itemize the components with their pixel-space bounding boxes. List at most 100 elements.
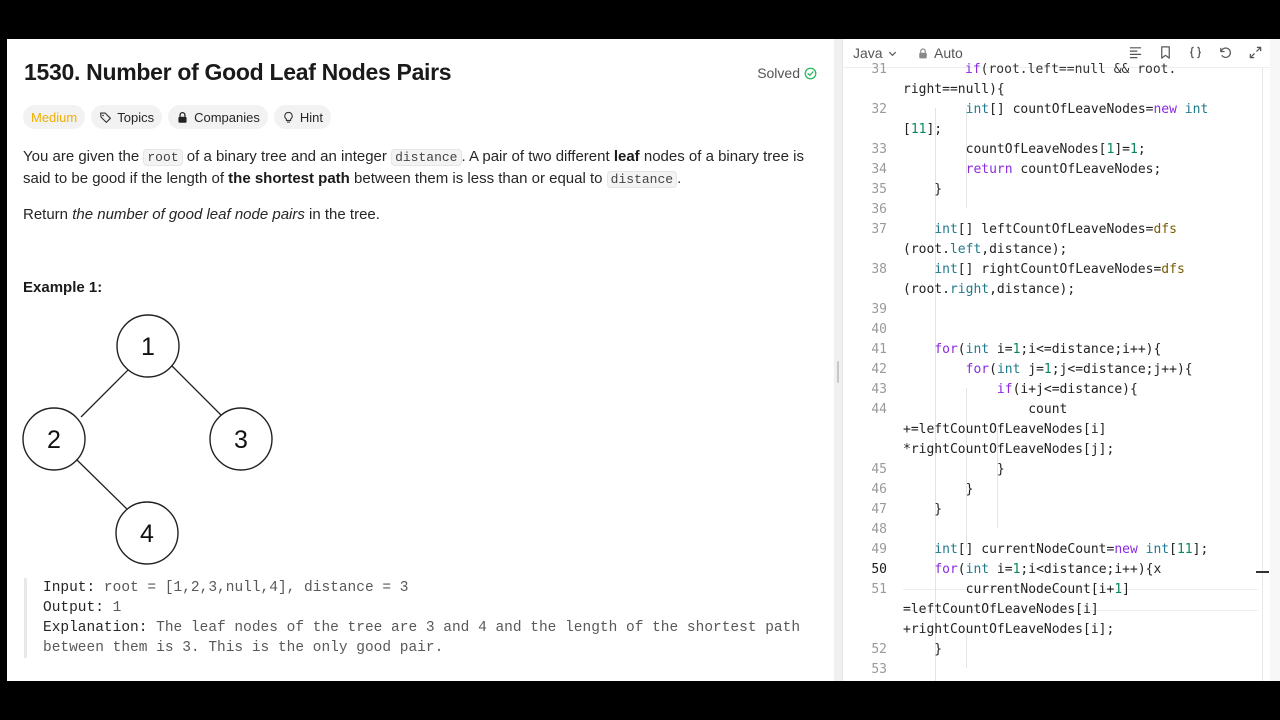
tree-node-1: 1 bbox=[116, 314, 180, 378]
companies-label: Companies bbox=[194, 109, 260, 125]
code-line: for(int i=1;i<=distance;i++){ bbox=[934, 342, 1162, 357]
chevron-down-icon bbox=[888, 51, 896, 56]
example-heading: Example 1: bbox=[23, 279, 103, 296]
code-line: return countOfLeaveNodes; bbox=[965, 162, 1162, 177]
check-circle-icon bbox=[804, 67, 817, 79]
code-line: count bbox=[903, 402, 1068, 417]
code-line: } bbox=[903, 642, 943, 657]
problem-title: 1530. Number of Good Leaf Nodes Pairs bbox=[24, 59, 452, 85]
tree-node-3: 3 bbox=[209, 407, 273, 471]
line-number: 35 bbox=[871, 182, 887, 197]
line-number: 32 bbox=[871, 102, 887, 117]
language-label: Java bbox=[853, 45, 883, 61]
example-explanation: Explanation: The leaf nodes of the tree … bbox=[43, 620, 801, 636]
code-line: if(i+j<=distance){ bbox=[996, 382, 1138, 397]
reset-icon[interactable] bbox=[1217, 44, 1233, 60]
line-number-active: 50 bbox=[871, 562, 887, 577]
editor-scrollbar[interactable] bbox=[1262, 68, 1263, 681]
svg-text:3: 3 bbox=[234, 426, 248, 454]
language-selector[interactable]: Java bbox=[853, 45, 898, 61]
line-number: 40 bbox=[871, 322, 887, 337]
line-number: 51 bbox=[871, 582, 887, 597]
lock-icon bbox=[919, 47, 927, 58]
code-line: int[] leftCountOfLeaveNodes=dfs bbox=[934, 222, 1177, 237]
line-number: 48 bbox=[871, 522, 887, 537]
line-number: 38 bbox=[871, 262, 887, 277]
example-output: Output: 1 bbox=[43, 600, 122, 616]
inline-code-distance: distance bbox=[606, 171, 678, 188]
line-number: 31 bbox=[871, 62, 887, 77]
lock-icon bbox=[178, 111, 187, 123]
code-line: int[] countOfLeaveNodes=new int bbox=[965, 102, 1209, 117]
code-line: } bbox=[903, 182, 943, 197]
auto-mode-toggle[interactable]: Auto bbox=[917, 45, 963, 61]
tag-icon bbox=[100, 111, 112, 123]
line-number: 43 bbox=[871, 382, 887, 397]
line-number: 49 bbox=[871, 542, 887, 557]
line-number: 36 bbox=[871, 202, 887, 217]
code-line: =leftCountOfLeaveNodes[i] bbox=[903, 602, 1099, 617]
inline-code-distance: distance bbox=[391, 149, 462, 166]
example-tree-image: 1 2 3 4 bbox=[22, 314, 273, 565]
line-number: 44 bbox=[871, 402, 887, 417]
code-line-active: for(int i=1;i<distance;i++){x bbox=[934, 562, 1162, 577]
outer-scrollbar[interactable] bbox=[1270, 39, 1280, 681]
code-line: int[] rightCountOfLeaveNodes=dfs bbox=[934, 262, 1185, 277]
line-number: 47 bbox=[871, 502, 887, 517]
editor-tools bbox=[1127, 44, 1263, 60]
code-line: } bbox=[903, 502, 943, 517]
line-number: 37 bbox=[871, 222, 887, 237]
inline-code-root: root bbox=[143, 149, 183, 166]
expand-icon[interactable] bbox=[1247, 44, 1263, 60]
code-line: int[] currentNodeCount=new int[11]; bbox=[934, 542, 1209, 557]
topics-button[interactable]: Topics bbox=[91, 105, 163, 129]
line-number: 46 bbox=[871, 482, 887, 497]
line-number: 34 bbox=[871, 162, 887, 177]
code-line: if(root.left==null && root. bbox=[965, 62, 1177, 77]
line-number: 53 bbox=[871, 662, 887, 677]
svg-text:2: 2 bbox=[47, 426, 61, 454]
solved-status: Solved bbox=[757, 65, 817, 81]
code-line: countOfLeaveNodes[1]=1; bbox=[903, 142, 1146, 157]
code-editor-panel: Java Auto 31 32 33 34 35 36 37 38 39 40 … bbox=[842, 39, 1271, 681]
format-lines-icon[interactable] bbox=[1127, 44, 1143, 60]
code-line: [11]; bbox=[903, 122, 943, 137]
braces-icon[interactable] bbox=[1187, 44, 1203, 60]
topics-label: Topics bbox=[117, 109, 155, 125]
line-number: 33 bbox=[871, 142, 887, 157]
problem-panel: 1530. Number of Good Leaf Nodes Pairs So… bbox=[7, 39, 834, 681]
code-line: *rightCountOfLeaveNodes[j]; bbox=[903, 442, 1115, 457]
line-number: 41 bbox=[871, 342, 887, 357]
problem-description: You are given the root of a binary tree … bbox=[23, 148, 804, 188]
hint-label: Hint bbox=[299, 109, 323, 125]
svg-text:1: 1 bbox=[141, 333, 155, 361]
code-line: +=leftCountOfLeaveNodes[i] bbox=[903, 422, 1107, 437]
line-number: 52 bbox=[871, 642, 887, 657]
solved-label: Solved bbox=[757, 65, 800, 81]
line-number: 42 bbox=[871, 362, 887, 377]
bookmark-icon[interactable] bbox=[1157, 44, 1173, 60]
lightbulb-icon bbox=[284, 111, 293, 123]
problem-return-statement: Return the number of good leaf node pair… bbox=[23, 206, 380, 223]
line-number: 39 bbox=[871, 302, 887, 317]
code-line: right==null){ bbox=[903, 82, 1005, 97]
difficulty-label: Medium bbox=[31, 109, 78, 125]
panel-resize-handle[interactable] bbox=[834, 39, 842, 681]
example-io-block: Input: root = [1,2,3,null,4], distance =… bbox=[24, 578, 800, 658]
problem-tags: Medium Topics Companies Hint bbox=[23, 105, 331, 129]
scroll-position-marker bbox=[1256, 571, 1269, 573]
code-line: for(int j=1;j<=distance;j++){ bbox=[965, 362, 1193, 377]
resize-grip[interactable] bbox=[837, 361, 839, 383]
example-explanation-cont: between them is 3. This is the only good… bbox=[43, 640, 444, 656]
example-input: Input: root = [1,2,3,null,4], distance =… bbox=[43, 580, 409, 596]
code-line: +rightCountOfLeaveNodes[i]; bbox=[903, 622, 1115, 637]
code-line: (root.right,distance); bbox=[903, 282, 1076, 297]
companies-button[interactable]: Companies bbox=[168, 105, 268, 129]
difficulty-badge: Medium bbox=[23, 105, 86, 129]
code-line: } bbox=[903, 462, 1005, 477]
hint-button[interactable]: Hint bbox=[273, 105, 331, 129]
mode-label: Auto bbox=[934, 45, 963, 61]
svg-text:4: 4 bbox=[140, 520, 154, 548]
tree-node-4: 4 bbox=[115, 501, 179, 565]
code-line: (root.left,distance); bbox=[903, 242, 1068, 257]
